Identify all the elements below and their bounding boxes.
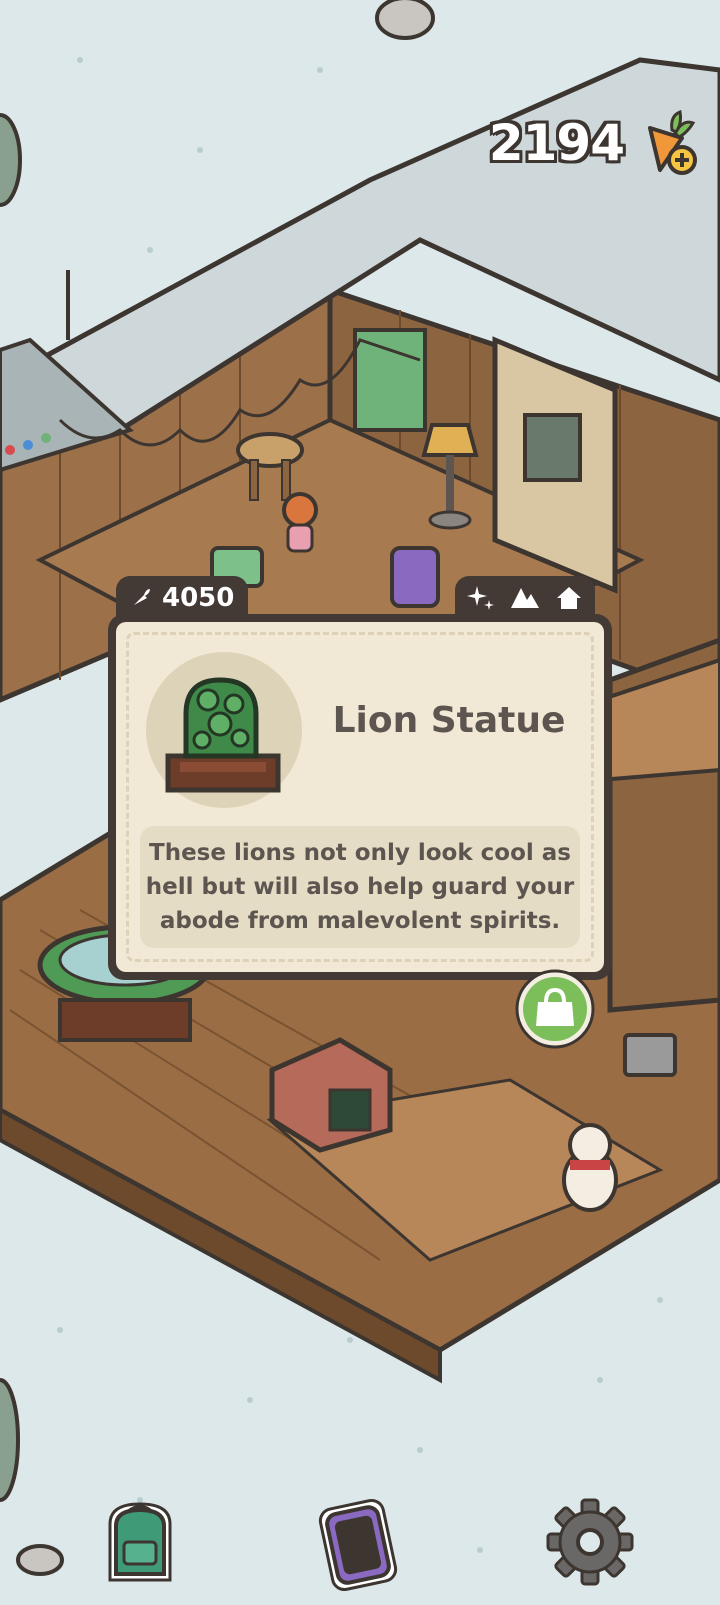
backpack-icon — [108, 1502, 172, 1582]
backpack-button[interactable] — [88, 1490, 192, 1594]
phone-icon — [318, 1498, 398, 1592]
item-image-frame — [146, 652, 302, 808]
shop-button[interactable] — [514, 968, 596, 1050]
phone-button[interactable] — [306, 1490, 410, 1594]
settings-button[interactable] — [538, 1490, 642, 1594]
item-info-card[interactable]: Lion Statue These lions not only look co… — [108, 614, 612, 980]
currency-display[interactable]: 2194 — [489, 108, 700, 178]
lion-statue-image — [165, 677, 281, 793]
item-description: These lions not only look cool as hell b… — [145, 840, 575, 934]
item-title: Lion Statue — [332, 700, 566, 741]
mountains-icon — [511, 588, 539, 608]
item-description-box: These lions not only look cool as hell b… — [140, 826, 580, 948]
sparkle-icon — [467, 586, 494, 610]
currency-amount: 2194 — [488, 114, 625, 172]
carrot-icon — [134, 589, 150, 605]
gear-icon — [546, 1498, 634, 1586]
item-price: 4050 — [162, 583, 235, 613]
house-icon — [557, 587, 581, 609]
carrot-plus-icon[interactable] — [630, 108, 700, 178]
